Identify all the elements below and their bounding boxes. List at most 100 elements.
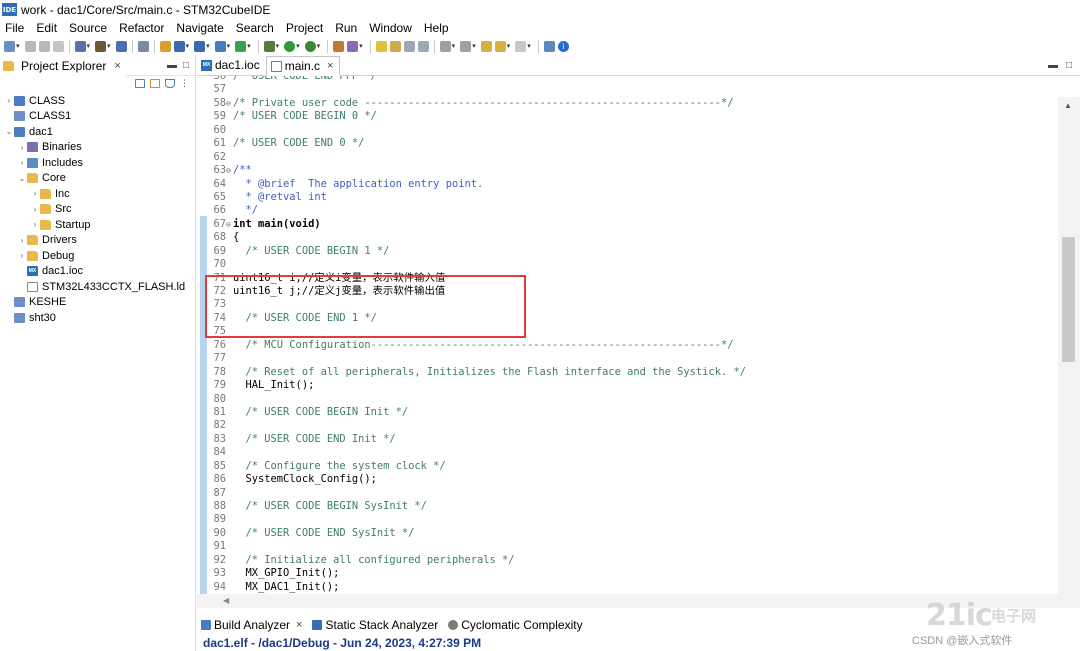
- tree-item[interactable]: › Drivers: [0, 233, 195, 249]
- tree-item[interactable]: › Inc: [0, 186, 195, 202]
- collapse-all-icon[interactable]: [135, 79, 145, 88]
- chevron-right-icon[interactable]: ›: [30, 189, 40, 198]
- close-icon[interactable]: ×: [327, 60, 333, 72]
- chevron-right-icon[interactable]: ›: [4, 96, 14, 105]
- build-icon[interactable]: [95, 40, 107, 52]
- chevron-down-icon[interactable]: ▾: [87, 42, 91, 50]
- save-icon[interactable]: [24, 40, 36, 52]
- tree-item[interactable]: › Includes: [0, 155, 195, 171]
- menu-search[interactable]: Search: [230, 19, 280, 37]
- tab-build-analyzer[interactable]: Build Analyzer ×: [197, 618, 308, 632]
- chevron-down-icon[interactable]: ⌄: [4, 127, 14, 136]
- back-icon[interactable]: [494, 40, 506, 52]
- run-icon[interactable]: [284, 40, 296, 52]
- external-tools-icon[interactable]: [304, 40, 316, 52]
- menu-run[interactable]: Run: [329, 19, 363, 37]
- menu-refactor[interactable]: Refactor: [113, 19, 170, 37]
- scroll-left-icon[interactable]: ◀: [223, 596, 229, 605]
- chevron-right-icon[interactable]: ›: [17, 236, 27, 245]
- menu-edit[interactable]: Edit: [30, 19, 63, 37]
- chevron-down-icon[interactable]: ▾: [527, 42, 531, 50]
- menu-navigate[interactable]: Navigate: [170, 19, 229, 37]
- toggle-highlight-icon[interactable]: [389, 40, 401, 52]
- chevron-down-icon[interactable]: ⌄: [17, 174, 27, 183]
- forward-icon[interactable]: [515, 40, 527, 52]
- menu-window[interactable]: Window: [363, 19, 418, 37]
- open-type-icon[interactable]: [333, 40, 345, 52]
- tree-item[interactable]: ⌄ Core: [0, 171, 195, 187]
- view-menu-icon[interactable]: ⋮: [180, 78, 189, 89]
- scrollbar-thumb[interactable]: [1062, 237, 1075, 362]
- chevron-down-icon[interactable]: ▾: [186, 42, 190, 50]
- tree-item[interactable]: › Startup: [0, 217, 195, 233]
- show-whitespace-icon[interactable]: [417, 40, 429, 52]
- chevron-down-icon[interactable]: ▾: [247, 42, 251, 50]
- code-area[interactable]: 56/* USER CODE END PFP */57 58⊖/* Private…: [197, 76, 1080, 608]
- chevron-right-icon[interactable]: ›: [17, 158, 27, 167]
- scroll-up-icon[interactable]: ▲: [1064, 101, 1072, 110]
- prev-annotation-icon[interactable]: [460, 40, 472, 52]
- maximize-icon[interactable]: □: [183, 60, 189, 71]
- chevron-right-icon[interactable]: ›: [17, 251, 27, 260]
- chevron-down-icon[interactable]: ▾: [296, 42, 300, 50]
- info-icon[interactable]: i: [557, 40, 569, 52]
- chevron-down-icon[interactable]: ▾: [276, 42, 280, 50]
- chevron-down-icon[interactable]: ▾: [507, 42, 511, 50]
- tree-item[interactable]: › Src: [0, 202, 195, 218]
- chevron-down-icon[interactable]: ▾: [472, 42, 476, 50]
- close-icon[interactable]: ×: [114, 60, 120, 72]
- close-icon[interactable]: ×: [296, 619, 302, 631]
- tree-item[interactable]: KESHE: [0, 295, 195, 311]
- menu-file[interactable]: File: [0, 19, 30, 37]
- chevron-down-icon[interactable]: ▾: [227, 42, 231, 50]
- vertical-scrollbar[interactable]: ▲ ▼: [1058, 97, 1080, 608]
- fold-toggle-icon[interactable]: ⊖: [226, 97, 233, 110]
- tree-item[interactable]: › CLASS: [0, 93, 195, 109]
- new-c-project-icon[interactable]: [173, 40, 185, 52]
- chevron-right-icon[interactable]: ›: [30, 205, 40, 214]
- chevron-down-icon[interactable]: ▾: [317, 42, 321, 50]
- tab-main-c[interactable]: main.c ×: [265, 56, 341, 76]
- print-icon[interactable]: [52, 40, 64, 52]
- debug-icon[interactable]: [263, 40, 275, 52]
- minimize-icon[interactable]: ▬: [1048, 60, 1058, 71]
- tree-item[interactable]: sht30: [0, 310, 195, 326]
- chevron-down-icon[interactable]: ▾: [359, 42, 363, 50]
- block-selection-icon[interactable]: [403, 40, 415, 52]
- new-icon[interactable]: [4, 40, 15, 52]
- chevron-down-icon[interactable]: ▾: [16, 42, 20, 50]
- tree-item[interactable]: STM32L433CCTX_FLASH.ld: [0, 279, 195, 295]
- tab-static-stack-analyzer[interactable]: Static Stack Analyzer: [308, 618, 444, 632]
- tree-item[interactable]: MX dac1.ioc: [0, 264, 195, 280]
- fold-toggle-icon[interactable]: ⊖: [226, 218, 233, 231]
- last-edit-icon[interactable]: [480, 40, 492, 52]
- device-config-icon[interactable]: [115, 40, 127, 52]
- tree-item[interactable]: › Debug: [0, 248, 195, 264]
- tab-dac1-ioc[interactable]: MX dac1.ioc: [197, 55, 266, 75]
- coverage-icon[interactable]: [235, 40, 247, 52]
- tree-item[interactable]: › Binaries: [0, 140, 195, 156]
- fold-toggle-icon[interactable]: ⊖: [226, 164, 233, 177]
- filter-icon[interactable]: [165, 79, 175, 88]
- save-all-icon[interactable]: [38, 40, 50, 52]
- next-annotation-icon[interactable]: [439, 40, 451, 52]
- build-config-icon[interactable]: [74, 40, 86, 52]
- tree-item[interactable]: ⌄ dac1: [0, 124, 195, 140]
- new-class-icon[interactable]: [214, 40, 226, 52]
- tab-cyclomatic-complexity[interactable]: Cyclomatic Complexity: [444, 618, 588, 632]
- chevron-down-icon[interactable]: ▾: [452, 42, 456, 50]
- chevron-down-icon[interactable]: ▾: [107, 42, 111, 50]
- minimize-icon[interactable]: ▬: [167, 60, 177, 71]
- chevron-right-icon[interactable]: ›: [30, 220, 40, 229]
- tab-project-explorer[interactable]: Project Explorer ×: [0, 54, 126, 76]
- maximize-icon[interactable]: □: [1066, 60, 1072, 71]
- menu-help[interactable]: Help: [418, 19, 455, 37]
- clean-icon[interactable]: [159, 40, 171, 52]
- chevron-right-icon[interactable]: ›: [17, 143, 27, 152]
- tree-item[interactable]: CLASS1: [0, 109, 195, 125]
- pin-editor-icon[interactable]: [543, 40, 555, 52]
- menu-source[interactable]: Source: [63, 19, 113, 37]
- chevron-down-icon[interactable]: ▾: [206, 42, 210, 50]
- menu-project[interactable]: Project: [280, 19, 329, 37]
- mark-occurrences-icon[interactable]: [375, 40, 387, 52]
